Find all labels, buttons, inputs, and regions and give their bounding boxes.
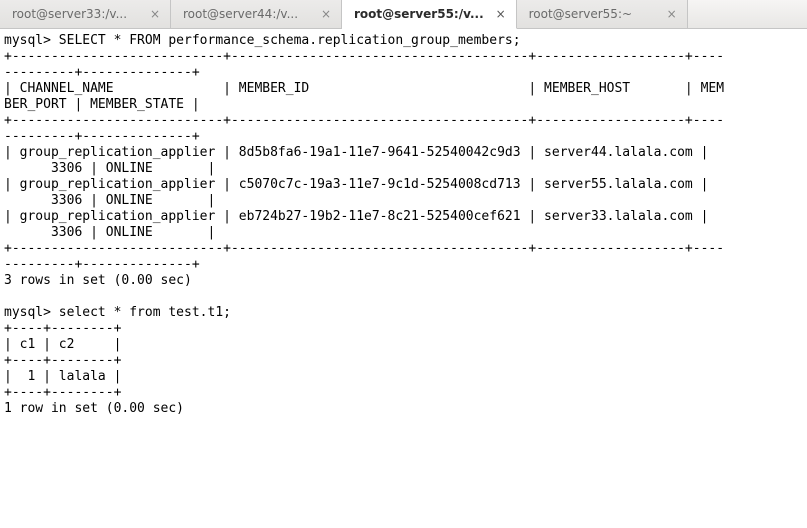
tab-label: root@server44:/v...: [183, 7, 309, 21]
tab-label: root@server55:~: [529, 7, 655, 21]
table-border: +----+--------+: [4, 353, 121, 368]
close-icon[interactable]: ×: [494, 7, 508, 21]
table-border: +---------------------------+-----------…: [4, 113, 724, 144]
close-icon[interactable]: ×: [665, 7, 679, 21]
sql-query-2: mysql> select * from test.t1;: [4, 305, 231, 320]
sql-query-1: mysql> SELECT * FROM performance_schema.…: [4, 33, 521, 48]
tab-label: root@server33:/v...: [12, 7, 138, 21]
rows-in-set: 1 row in set (0.00 sec): [4, 401, 184, 416]
rows-in-set: 3 rows in set (0.00 sec): [4, 273, 192, 288]
tab-label: root@server55:/v...: [354, 7, 484, 21]
tab-server44[interactable]: root@server44:/v... ×: [171, 0, 342, 28]
tab-server55-v[interactable]: root@server55:/v... ×: [342, 0, 517, 29]
table-border: +----+--------+: [4, 385, 121, 400]
close-icon[interactable]: ×: [148, 7, 162, 21]
table-row: | group_replication_applier | eb724b27-1…: [4, 209, 724, 240]
terminal-tabbar: root@server33:/v... × root@server44:/v..…: [0, 0, 807, 29]
table-border: +---------------------------+-----------…: [4, 49, 724, 80]
table-row: | 1 | lalala |: [4, 369, 121, 384]
table-row: | group_replication_applier | 8d5b8fa6-1…: [4, 145, 724, 176]
table-row: | group_replication_applier | c5070c7c-1…: [4, 177, 724, 208]
close-icon[interactable]: ×: [319, 7, 333, 21]
terminal-output[interactable]: mysql> SELECT * FROM performance_schema.…: [0, 29, 807, 421]
table-border: +----+--------+: [4, 321, 121, 336]
table-border: +---------------------------+-----------…: [4, 241, 724, 272]
table-header-row: | CHANNEL_NAME | MEMBER_ID | MEMBER_HOST…: [4, 81, 724, 112]
table-header-row: | c1 | c2 |: [4, 337, 121, 352]
tab-server33[interactable]: root@server33:/v... ×: [0, 0, 171, 28]
tab-server55-home[interactable]: root@server55:~ ×: [517, 0, 688, 28]
